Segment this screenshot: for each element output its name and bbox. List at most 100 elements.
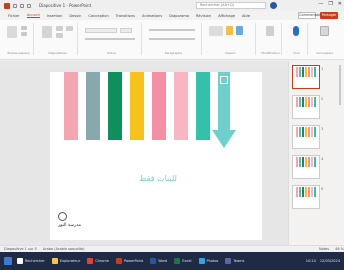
reset-icon[interactable] — [56, 33, 63, 38]
comments-button[interactable]: Commentaires — [298, 12, 325, 19]
system-tray: 10:24 12/03/2024 — [306, 259, 344, 263]
app-icon — [87, 258, 94, 264]
ribbon-group-clipboard: Presse-papiers — [4, 23, 34, 55]
layout-icon[interactable] — [56, 26, 63, 31]
thumbnail-number: 1 — [321, 67, 324, 71]
tab-home[interactable]: Accueil — [26, 13, 40, 18]
taskbar-app[interactable]: Excel — [172, 255, 193, 267]
color-bar-7[interactable] — [196, 72, 210, 140]
taskbar-app-label: Chrome — [95, 259, 109, 263]
taskbar-app[interactable]: Teams — [223, 255, 246, 267]
taskbar-app[interactable]: Chrome — [85, 255, 111, 267]
taskbar-app[interactable]: PowerPoint — [114, 255, 145, 267]
app-icon — [225, 258, 232, 264]
thumbnail-number: 5 — [321, 187, 324, 191]
thumbnail-bar — [308, 97, 310, 107]
tab-review[interactable]: Révision — [196, 14, 211, 18]
maximize-button[interactable]: ❐ — [328, 1, 332, 7]
slide-title[interactable]: للبنات فقط — [128, 172, 188, 186]
ribbon-group-label: Paragraphe — [164, 51, 183, 55]
thumbnail-bar — [311, 187, 313, 197]
ribbon-group-designer: Concepteur — [312, 23, 338, 55]
shapes-icon[interactable] — [209, 26, 223, 36]
slide[interactable]: للبنات فقط مدرسة النور — [50, 72, 262, 240]
logo-emblem-icon — [58, 212, 67, 221]
thumbnail-bar — [296, 67, 298, 77]
designer-icon[interactable] — [320, 26, 329, 36]
copy-icon[interactable] — [21, 32, 27, 36]
color-bar-3[interactable] — [108, 72, 122, 140]
thumbnail-bar — [302, 157, 304, 167]
thumbnail-bar — [299, 157, 301, 167]
taskbar-app-label: Rechercher — [25, 259, 45, 263]
tab-draw[interactable]: Dessin — [69, 14, 81, 18]
avatar[interactable] — [270, 2, 277, 9]
find-icon[interactable] — [266, 26, 274, 36]
taskbar-app[interactable]: Photos — [197, 255, 221, 267]
taskbar-app[interactable]: Word — [148, 255, 169, 267]
taskbar-app[interactable]: Explorateur — [50, 255, 82, 267]
slide-thumbnail[interactable] — [292, 185, 320, 209]
minimize-button[interactable]: — — [318, 1, 323, 7]
paragraph-align-buttons[interactable] — [149, 38, 195, 40]
thumbnail-number: 3 — [321, 127, 324, 131]
quick-styles-icon[interactable] — [236, 26, 243, 35]
thumbnail-bar — [305, 67, 307, 77]
section-icon[interactable] — [66, 26, 73, 31]
tab-insert[interactable]: Insertion — [47, 14, 63, 18]
font-name-select[interactable] — [85, 28, 117, 33]
slide-thumbnail[interactable] — [292, 65, 320, 89]
tab-view[interactable]: Affichage — [218, 14, 235, 18]
thumbnail-bar — [311, 127, 313, 137]
notes-button[interactable]: Notes — [319, 247, 329, 251]
color-bar-6[interactable] — [174, 72, 188, 140]
cut-icon[interactable] — [21, 26, 27, 30]
thumbnail-bar — [302, 187, 304, 197]
thumbnail-number: 4 — [321, 157, 324, 161]
start-icon[interactable] — [4, 257, 12, 265]
thumbnail-bar — [302, 127, 304, 137]
clock-date[interactable]: 12/03/2024 — [320, 259, 340, 263]
search-input[interactable]: Rechercher (Alt+Q) — [196, 2, 266, 9]
thumbnail-bar — [311, 157, 313, 167]
zoom-level[interactable]: 46 % — [335, 247, 344, 251]
thumbnail-bar — [302, 97, 304, 107]
clock-time[interactable]: 10:24 — [306, 259, 316, 263]
share-button[interactable]: Partager — [320, 12, 338, 19]
language-indicator[interactable]: Arabe (Arabie saoudite) — [43, 247, 85, 251]
app-icon — [17, 258, 23, 264]
color-bar-5[interactable] — [152, 72, 166, 140]
arrange-icon[interactable] — [226, 26, 233, 35]
thumbnail-bar — [311, 97, 313, 107]
paste-icon[interactable] — [7, 26, 17, 38]
tab-transitions[interactable]: Transitions — [116, 14, 135, 18]
taskbar-app-label: Photos — [206, 259, 219, 263]
tab-animations[interactable]: Animations — [142, 14, 162, 18]
autosave-toggle[interactable] — [13, 3, 17, 8]
new-slide-icon[interactable] — [42, 26, 52, 38]
tab-file[interactable]: Fichier — [8, 14, 20, 18]
font-size-select[interactable] — [120, 28, 132, 33]
color-bar-2[interactable] — [86, 72, 100, 140]
tab-slideshow[interactable]: Diaporama — [169, 14, 189, 18]
down-arrow-head[interactable] — [212, 130, 236, 148]
ribbon-group-slides: Diapositives — [38, 23, 78, 55]
save-icon[interactable] — [20, 3, 24, 8]
thumbnails-scrollbar[interactable] — [339, 65, 341, 105]
color-bar-4[interactable] — [130, 72, 144, 140]
undo-icon[interactable] — [27, 3, 31, 8]
paragraph-list-buttons[interactable] — [149, 29, 195, 31]
thumbnail-bar — [299, 187, 301, 197]
tab-help[interactable]: Aide — [242, 14, 250, 18]
close-button[interactable]: ✕ — [338, 1, 342, 7]
slide-thumbnail[interactable] — [292, 125, 320, 149]
color-bar-1[interactable] — [64, 72, 78, 140]
dictate-icon[interactable] — [293, 26, 299, 36]
font-format-buttons[interactable] — [85, 38, 135, 40]
window-title: Diapositive 1 - PowerPoint — [39, 3, 92, 8]
slide-thumbnail[interactable] — [292, 95, 320, 119]
status-bar: Diapositive 1 sur 5 Arabe (Arabie saoudi… — [0, 245, 344, 252]
slide-thumbnail[interactable] — [292, 155, 320, 179]
taskbar-app[interactable]: Rechercher — [15, 255, 47, 267]
tab-design[interactable]: Conception — [88, 14, 108, 18]
